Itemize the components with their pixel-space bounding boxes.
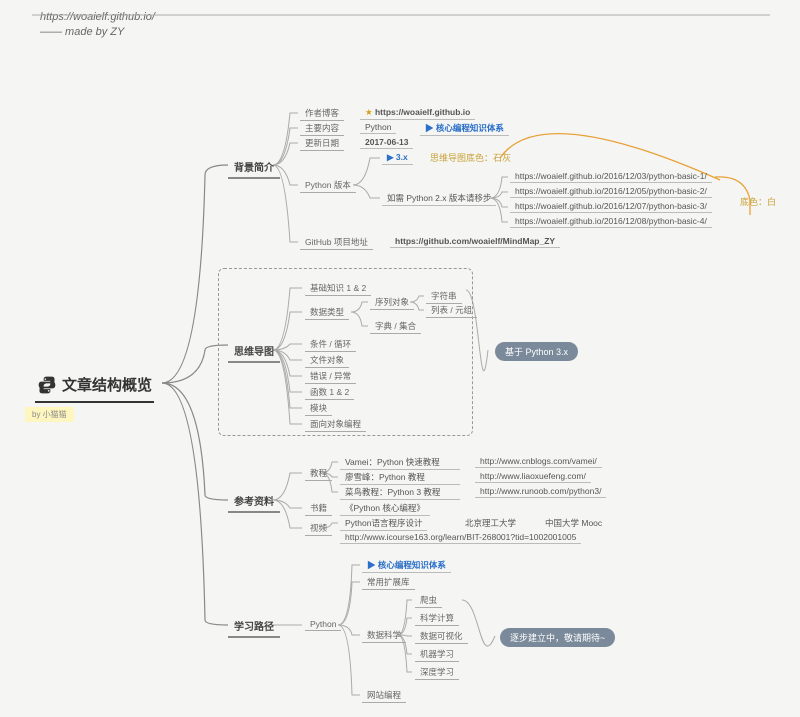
mm-oop: 面向对象编程 (305, 417, 366, 432)
lp-ds-4: 深度学习 (415, 665, 459, 680)
mm-file: 文件对象 (305, 353, 349, 368)
mm-dict: 字典 / 集合 (370, 319, 421, 334)
lp-python: Python (305, 618, 341, 631)
annotation-bg: 思维导图底色：石灰 (430, 151, 511, 164)
ref-t0-name: Vamei：Python 快速教程 (340, 455, 460, 470)
lp-ds-2: 数据可视化 (415, 629, 468, 644)
val-update-date: 2017-06-13 (360, 136, 413, 149)
ref-video-url[interactable]: http://www.icourse163.org/learn/BIT-2680… (340, 531, 581, 544)
val-pyver-3: ▶ 3.x (382, 151, 413, 165)
v2-link-2[interactable]: https://woaielf.github.io/2016/12/07/pyt… (510, 200, 712, 213)
v2-link-3[interactable]: https://woaielf.github.io/2016/12/08/pyt… (510, 215, 712, 228)
val-github[interactable]: https://github.com/woaielf/MindMap_ZY (390, 235, 560, 248)
ref-book: 书籍 (305, 501, 332, 516)
lp-ext: 常用扩展库 (362, 575, 415, 590)
lp-ds-3: 机器学习 (415, 647, 459, 662)
mm-list: 列表 / 元组 (426, 303, 477, 318)
mm-func: 函数 1 & 2 (305, 385, 354, 400)
annotation-right: 底色：白 (740, 195, 776, 208)
header-credit: —— made by ZY (40, 25, 155, 40)
label-github: GitHub 项目地址 (300, 235, 373, 250)
header: https://woaielf.github.io/ —— made by ZY (40, 10, 155, 41)
ref-video: 视频 (305, 521, 332, 536)
star-icon: ★ (365, 107, 375, 117)
label-pyver: Python 版本 (300, 178, 356, 193)
mm-datatype: 数据类型 (305, 305, 349, 320)
mm-seq: 序列对象 (370, 295, 414, 310)
lp-ds-1: 科学计算 (415, 611, 459, 626)
section-background: 背景简介 (228, 156, 280, 179)
root-title: 文章结构概览 (62, 374, 152, 395)
v2-link-0[interactable]: https://woaielf.github.io/2016/12/03/pyt… (510, 170, 712, 183)
label-main-content: 主要内容 (300, 121, 344, 136)
ref-book-val: 《Python 核心编程》 (340, 501, 430, 516)
lp-web: 网站编程 (362, 688, 406, 703)
val-main-content-2: ▶ 核心编程知识体系 (420, 121, 509, 136)
section-mindmap: 思维导图 (228, 340, 280, 363)
badge-learning: 逐步建立中，敬请期待~ (500, 628, 615, 647)
ref-tutorial: 教程 (305, 466, 332, 481)
badge-py3: 基于 Python 3.x (495, 342, 578, 361)
section-learning: 学习路径 (228, 615, 280, 638)
lp-core: ▶ 核心编程知识体系 (362, 558, 451, 573)
mm-mod: 模块 (305, 401, 332, 416)
mm-cond: 条件 / 循环 (305, 337, 356, 352)
mm-str: 字符串 (426, 289, 462, 304)
ref-t1-url[interactable]: http://www.liaoxuefeng.com/ (475, 470, 591, 483)
ref-video-u1: 北京理工大学 (460, 516, 521, 530)
lp-ds-0: 爬虫 (415, 593, 442, 608)
ref-t2-url[interactable]: http://www.runoob.com/python3/ (475, 485, 606, 498)
lp-ds: 数据科学 (362, 628, 406, 643)
header-url[interactable]: https://woaielf.github.io/ (40, 10, 155, 25)
author-credit: by 小猫猫 (25, 407, 74, 422)
mm-basic: 基础知识 1 & 2 (305, 281, 371, 296)
section-references: 参考资料 (228, 490, 280, 513)
val-main-content-1: Python (360, 121, 396, 134)
mm-err: 错误 / 异常 (305, 369, 356, 384)
root-node: 文章结构概览 (35, 370, 154, 403)
ref-t2-name: 菜鸟教程：Python 3 教程 (340, 485, 460, 500)
python-icon (37, 375, 57, 395)
val-author-blog[interactable]: ★ https://woaielf.github.io (360, 106, 475, 120)
v2-link-1[interactable]: https://woaielf.github.io/2016/12/05/pyt… (510, 185, 712, 198)
ref-video-val: Python语言程序设计 (340, 516, 427, 531)
ref-video-u2: 中国大学 Mooc (540, 516, 607, 530)
ref-t0-url[interactable]: http://www.cnblogs.com/vamei/ (475, 455, 602, 468)
label-author-blog: 作者博客 (300, 106, 344, 121)
label-update-date: 更新日期 (300, 136, 344, 151)
val-pyver-note: 如需 Python 2.x 版本请移步 (382, 191, 496, 206)
ref-t1-name: 廖雪峰：Python 教程 (340, 470, 460, 485)
